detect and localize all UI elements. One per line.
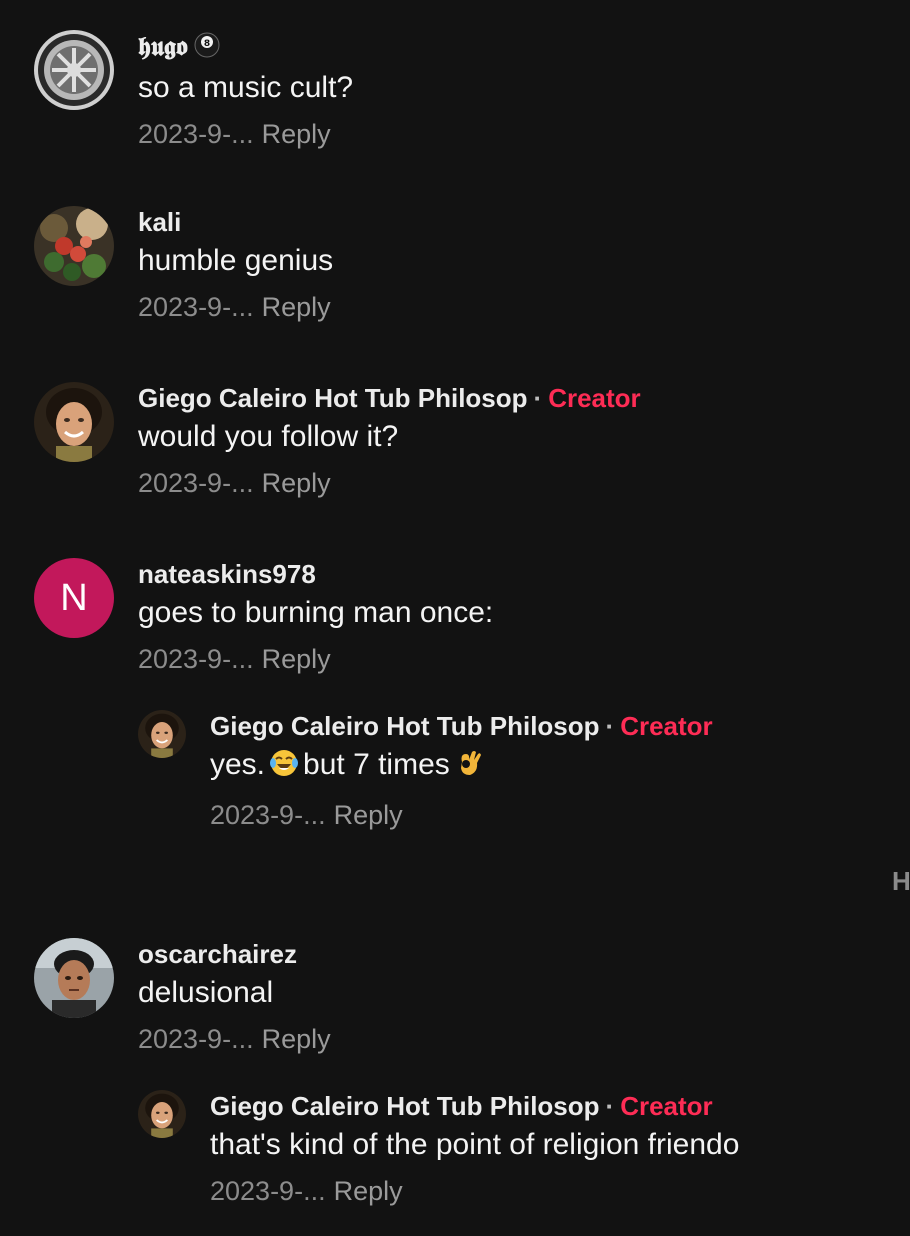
ok-hand-icon	[454, 748, 484, 788]
avatar[interactable]	[34, 206, 114, 286]
comment-author: kali	[138, 206, 333, 238]
comment-text: humble genius	[138, 244, 334, 277]
face-avatar-image	[34, 938, 114, 1018]
avatar-initial: N	[60, 576, 88, 619]
username[interactable]: Giego Caleiro Hot Tub Philosop	[210, 1091, 600, 1121]
reply-button[interactable]: Reply	[262, 468, 331, 498]
avatar[interactable]: N	[34, 558, 114, 638]
face-avatar-image	[34, 382, 114, 462]
tears-of-joy-icon	[269, 748, 299, 788]
comment-text: so a music cult?	[138, 71, 354, 104]
comment-date: 2023-9-...	[210, 1176, 326, 1206]
comment-meta: 2023-9-... Reply	[210, 1174, 739, 1208]
avatar[interactable]	[34, 938, 114, 1018]
comment-text: that's kind of the point of religion fri…	[210, 1128, 740, 1161]
comment-meta: 2023-9-... Reply	[210, 798, 713, 832]
separator-dot: ·	[533, 383, 543, 413]
comment-author: Giego Caleiro Hot Tub Philosop · Creator	[210, 1090, 739, 1122]
comment-meta: 2023-9-... Reply	[138, 1022, 331, 1056]
comment-date: 2023-9-...	[138, 468, 254, 498]
comment-text: delusional	[138, 976, 274, 1009]
comment-text: yes. but 7 times	[210, 746, 713, 788]
reply-button[interactable]: Reply	[262, 1024, 331, 1054]
username[interactable]: nateaskins978	[138, 559, 316, 589]
comment-author: Giego Caleiro Hot Tub Philosop · Creator	[138, 382, 641, 414]
comment-text: would you follow it?	[138, 420, 399, 453]
reply-button[interactable]: Reply	[262, 292, 331, 322]
comment-text: goes to burning man once:	[138, 596, 494, 629]
comment-author: Giego Caleiro Hot Tub Philosop · Creator	[210, 710, 713, 742]
username[interactable]: Giego Caleiro Hot Tub Philosop	[138, 383, 528, 413]
avatar[interactable]	[138, 1090, 186, 1138]
creator-badge: Creator	[620, 711, 713, 741]
reply-button[interactable]: Reply	[262, 119, 331, 149]
comment-author: 𝖍𝖚𝖌𝖔 8	[138, 30, 353, 65]
creator-badge: Creator	[620, 1091, 713, 1121]
comment-date: 2023-9-...	[138, 292, 254, 322]
comment-meta: 2023-9-... Reply	[138, 642, 493, 676]
comment-date: 2023-9-...	[138, 1024, 254, 1054]
comment-meta: 2023-9-... Reply	[138, 290, 333, 324]
cutoff-text: H	[892, 866, 910, 896]
username[interactable]: oscarchairez	[138, 939, 297, 969]
username[interactable]: Giego Caleiro Hot Tub Philosop	[210, 711, 600, 741]
comment-date: 2023-9-...	[138, 644, 254, 674]
comment-meta: 2023-9-... Reply	[138, 466, 641, 500]
separator-dot: ·	[605, 1091, 615, 1121]
face-avatar-image	[138, 1090, 186, 1138]
reply-button[interactable]: Reply	[334, 1176, 403, 1206]
comment-date: 2023-9-...	[138, 119, 254, 149]
username[interactable]: kali	[138, 207, 181, 237]
avatar[interactable]	[34, 382, 114, 462]
face-avatar-image	[138, 710, 186, 758]
avatar[interactable]	[138, 710, 186, 758]
comment-author: oscarchairez	[138, 938, 331, 970]
avatar[interactable]	[34, 30, 114, 110]
reply-button[interactable]: Reply	[262, 644, 331, 674]
reply-text-part: but 7 times	[303, 748, 450, 781]
username[interactable]: 𝖍𝖚𝖌𝖔	[138, 32, 188, 62]
reply-text-part: yes.	[210, 748, 266, 781]
svg-text:8: 8	[204, 39, 210, 49]
separator-dot: ·	[605, 711, 615, 741]
creator-badge: Creator	[548, 383, 641, 413]
comment-author: nateaskins978	[138, 558, 493, 590]
reply-button[interactable]: Reply	[334, 800, 403, 830]
8-ball-icon: 8	[194, 32, 220, 65]
comment-meta: 2023-9-... Reply	[138, 117, 353, 151]
flowers-avatar-image	[34, 206, 114, 286]
wheel-avatar-image	[34, 30, 114, 110]
comment-date: 2023-9-...	[210, 800, 326, 830]
